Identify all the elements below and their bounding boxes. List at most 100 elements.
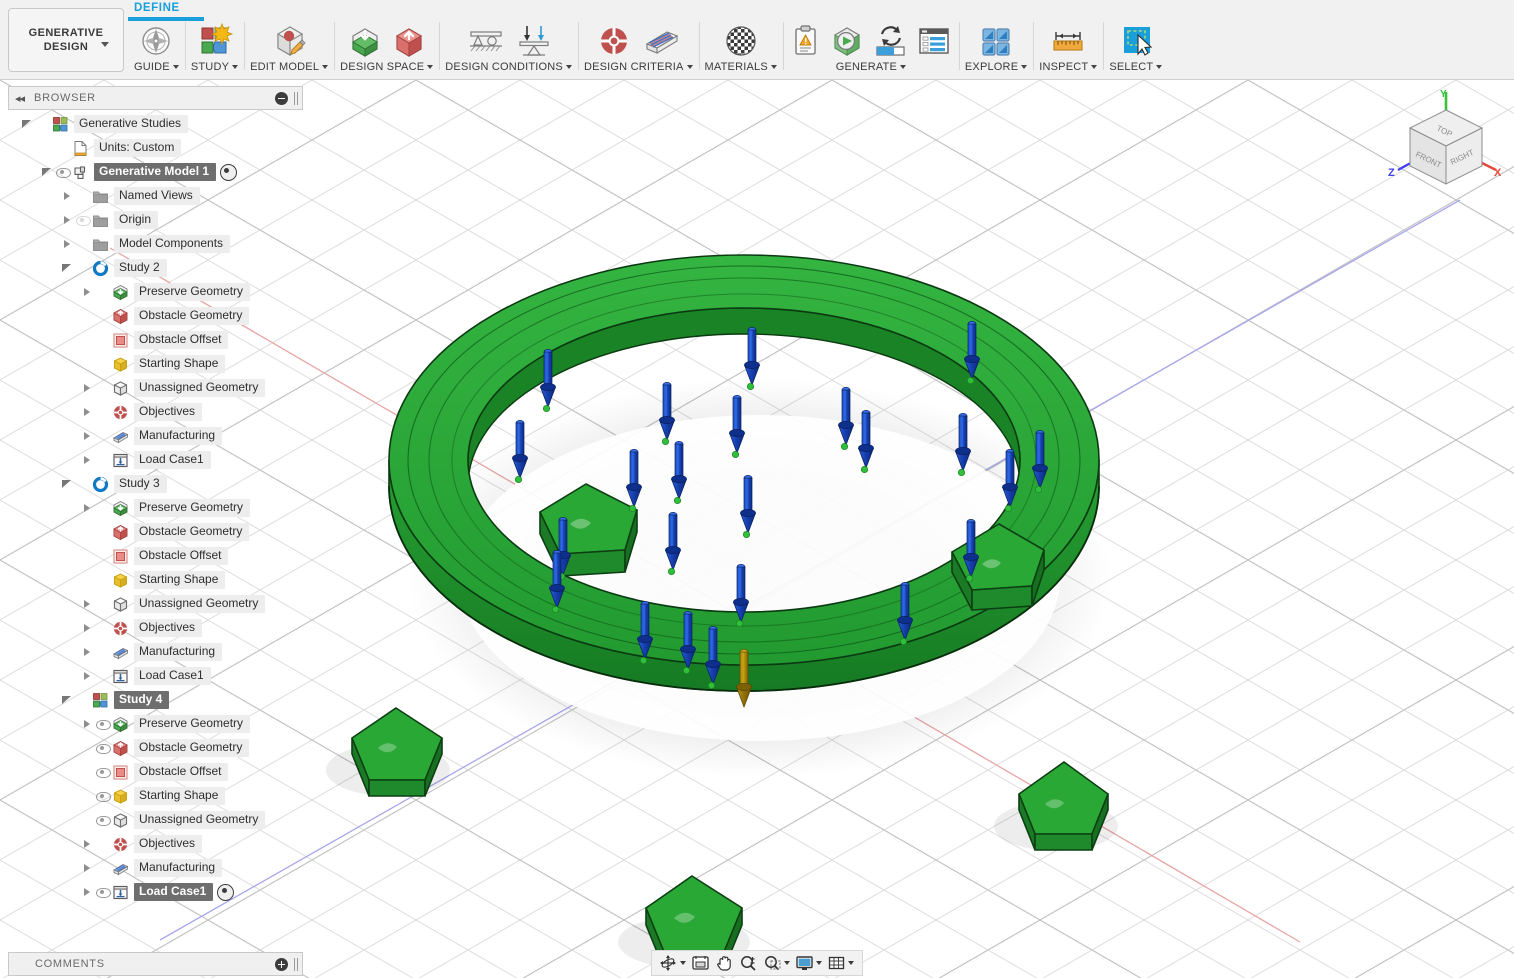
chevron-down-icon[interactable]	[322, 65, 328, 69]
visibility-eye-icon[interactable]	[94, 741, 112, 755]
chevron-down-icon[interactable]	[680, 961, 686, 965]
browser-minimize-icon[interactable]	[275, 92, 288, 105]
expand-arrow-closed-icon[interactable]	[80, 837, 94, 851]
preserve-geometry-icon[interactable]	[346, 22, 384, 60]
chevron-down-icon[interactable]	[687, 65, 693, 69]
tree-item-manufacturing[interactable]: Manufacturing	[8, 856, 303, 880]
zoom-window-button[interactable]	[761, 953, 792, 973]
orbit-icon[interactable]	[658, 954, 678, 972]
expand-arrow-open-icon[interactable]	[20, 117, 34, 131]
chevron-down-icon[interactable]	[101, 42, 109, 47]
structural-constraints-icon[interactable]	[464, 22, 508, 60]
objectives-icon[interactable]	[595, 22, 633, 60]
expand-arrow-closed-icon[interactable]	[80, 885, 94, 899]
workspace-switcher-button[interactable]: GENERATIVE DESIGN	[8, 8, 124, 72]
comments-add-icon[interactable]	[275, 958, 288, 971]
visibility-eye-icon[interactable]	[94, 717, 112, 731]
look-at-button[interactable]	[689, 953, 712, 973]
expand-arrow-closed-icon[interactable]	[60, 189, 74, 203]
chevron-down-icon[interactable]	[1156, 65, 1162, 69]
expand-arrow-closed-icon[interactable]	[80, 405, 94, 419]
tree-item-unassigned-geometry[interactable]: Unassigned Geometry	[8, 592, 303, 616]
chevron-down-icon[interactable]	[900, 65, 906, 69]
zoom-window-icon[interactable]	[763, 954, 782, 972]
chevron-down-icon[interactable]	[232, 65, 238, 69]
tree-item-origin[interactable]: Origin	[8, 208, 303, 232]
structural-loads-icon[interactable]	[514, 22, 554, 60]
tree-item-preserve-geometry[interactable]: Preserve Geometry	[8, 712, 303, 736]
pan-button[interactable]	[713, 953, 736, 973]
expand-arrow-closed-icon[interactable]	[80, 381, 94, 395]
zoom-button[interactable]	[737, 953, 760, 973]
tree-item-preserve-geometry[interactable]: Preserve Geometry	[8, 280, 303, 304]
generate-status-icon[interactable]	[873, 22, 909, 60]
expand-arrow-closed-icon[interactable]	[80, 285, 94, 299]
tree-item-unassigned-geometry[interactable]: Unassigned Geometry	[8, 376, 303, 400]
tree-item-obstacle-offset[interactable]: Obstacle Offset	[8, 760, 303, 784]
explore-grid-icon[interactable]	[976, 22, 1016, 60]
tree-item-study-4[interactable]: Study 4	[8, 688, 303, 712]
browser-tree[interactable]: Generative StudiesUnits: CustomGenerativ…	[8, 112, 303, 942]
tree-item-starting-shape[interactable]: Starting Shape	[8, 784, 303, 808]
tree-item-objectives[interactable]: Objectives	[8, 832, 303, 856]
study-icon[interactable]	[194, 22, 234, 60]
visibility-eye-icon[interactable]	[94, 765, 112, 779]
tree-item-load-case1[interactable]: Load Case1	[8, 664, 303, 688]
view-cube[interactable]: Y X Z TOP FRONT RIGHT	[1384, 88, 1508, 198]
tree-item-load-case1[interactable]: Load Case1	[8, 448, 303, 472]
tree-item-objectives[interactable]: Objectives	[8, 616, 303, 640]
browser-resize-handle[interactable]	[294, 92, 298, 105]
expand-arrow-closed-icon[interactable]	[60, 213, 74, 227]
tree-item-unassigned-geometry[interactable]: Unassigned Geometry	[8, 808, 303, 832]
tab-define[interactable]: DEFINE	[124, 0, 190, 14]
tree-item-preserve-geometry[interactable]: Preserve Geometry	[8, 496, 303, 520]
tree-item-study-3[interactable]: Study 3	[8, 472, 303, 496]
tree-item-model-components[interactable]: Model Components	[8, 232, 303, 256]
visibility-eye-icon[interactable]	[94, 789, 112, 803]
chevron-down-icon[interactable]	[1091, 65, 1097, 69]
explore-outcomes-list-icon[interactable]	[915, 22, 953, 60]
manufacturing-icon[interactable]	[639, 22, 681, 60]
orbit-button[interactable]	[656, 953, 688, 973]
grid-snaps-icon[interactable]	[827, 954, 846, 972]
edit-model-icon[interactable]	[268, 22, 310, 60]
expand-arrow-closed-icon[interactable]	[80, 597, 94, 611]
tree-item-manufacturing[interactable]: Manufacturing	[8, 640, 303, 664]
materials-sphere-icon[interactable]	[720, 22, 762, 60]
tree-item-manufacturing[interactable]: Manufacturing	[8, 424, 303, 448]
pan-hand-icon[interactable]	[715, 954, 734, 972]
tree-item-starting-shape[interactable]: Starting Shape	[8, 352, 303, 376]
tree-item-obstacle-offset[interactable]: Obstacle Offset	[8, 544, 303, 568]
chevron-down-icon[interactable]	[1021, 65, 1027, 69]
expand-arrow-closed-icon[interactable]	[80, 669, 94, 683]
tree-item-objectives[interactable]: Objectives	[8, 400, 303, 424]
chevron-down-icon[interactable]	[816, 961, 822, 965]
active-component-toggle-icon[interactable]	[217, 884, 234, 901]
visibility-eye-icon[interactable]	[74, 213, 92, 227]
chevron-down-icon[interactable]	[771, 65, 777, 69]
tree-item-units-custom[interactable]: Units: Custom	[8, 136, 303, 160]
expand-arrow-open-icon[interactable]	[60, 477, 74, 491]
tree-item-generative-model-1[interactable]: Generative Model 1	[8, 160, 303, 184]
view-navigation-bar[interactable]	[651, 950, 863, 976]
tree-item-generative-studies[interactable]: Generative Studies	[8, 112, 303, 136]
expand-arrow-closed-icon[interactable]	[80, 861, 94, 875]
visibility-eye-icon[interactable]	[54, 165, 72, 179]
tree-item-obstacle-geometry[interactable]: Obstacle Geometry	[8, 736, 303, 760]
expand-arrow-open-icon[interactable]	[60, 261, 74, 275]
tree-item-obstacle-offset[interactable]: Obstacle Offset	[8, 328, 303, 352]
look-at-icon[interactable]	[691, 954, 710, 972]
tree-item-load-case1[interactable]: Load Case1	[8, 880, 303, 904]
tree-item-obstacle-geometry[interactable]: Obstacle Geometry	[8, 520, 303, 544]
tree-item-study-2[interactable]: Study 2	[8, 256, 303, 280]
display-settings-icon[interactable]	[795, 954, 814, 972]
expand-arrow-open-icon[interactable]	[60, 693, 74, 707]
chevron-down-icon[interactable]	[173, 65, 179, 69]
tree-item-obstacle-geometry[interactable]: Obstacle Geometry	[8, 304, 303, 328]
expand-arrow-closed-icon[interactable]	[80, 717, 94, 731]
comments-resize-handle[interactable]	[294, 958, 298, 971]
expand-arrow-closed-icon[interactable]	[80, 453, 94, 467]
chevron-down-icon[interactable]	[848, 961, 854, 965]
measure-ruler-icon[interactable]	[1047, 22, 1089, 60]
generate-play-icon[interactable]	[827, 22, 867, 60]
